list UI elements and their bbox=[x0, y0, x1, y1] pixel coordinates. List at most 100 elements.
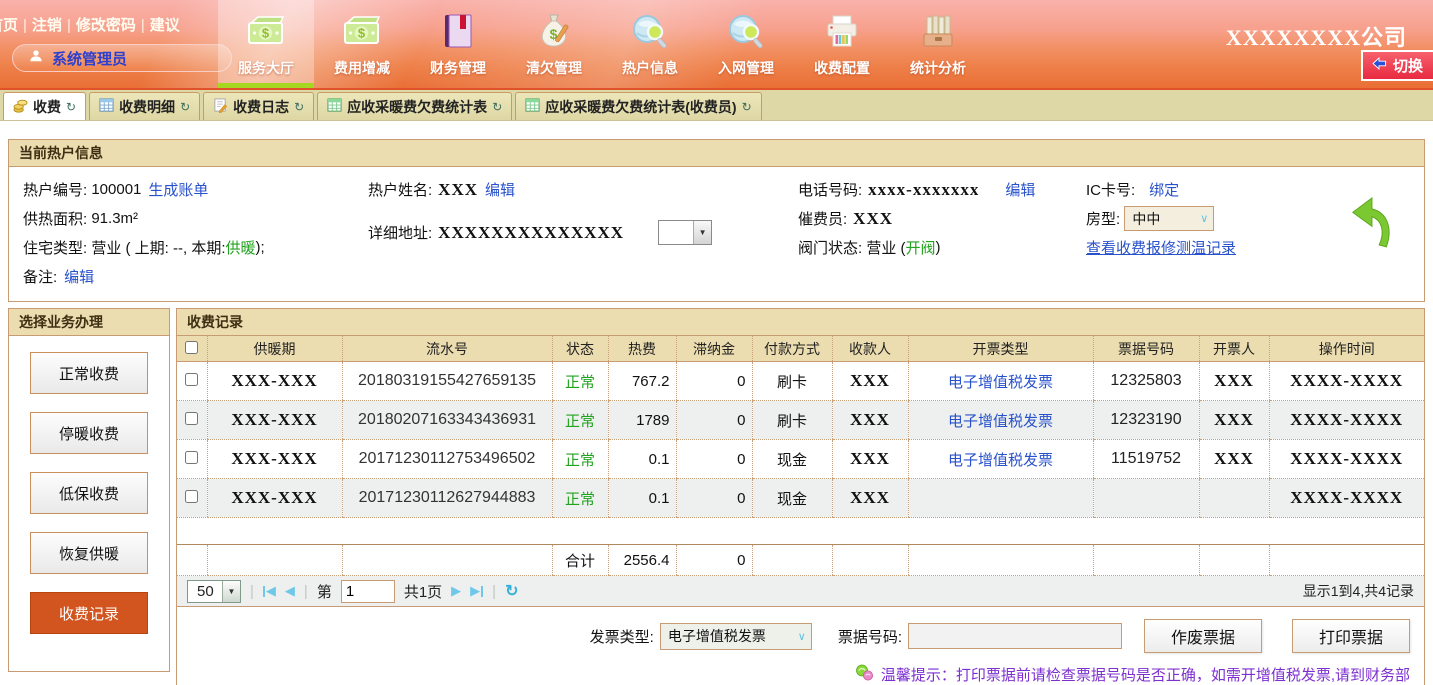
receipt-number-input[interactable] bbox=[908, 623, 1122, 649]
row-checkbox-cell bbox=[177, 440, 207, 479]
customer-panel-title: 当前热户信息 bbox=[9, 140, 1424, 167]
nav-item-finance[interactable]: 财务管理 bbox=[410, 0, 506, 88]
row-checkbox[interactable] bbox=[185, 451, 198, 464]
nav-item-fee-config[interactable]: 收费配置 bbox=[794, 0, 890, 88]
switch-arrow-icon bbox=[1372, 57, 1387, 74]
field-housing-type: 住宅类型: 营业 ( 上期: --, 本期: 供暖); bbox=[23, 233, 368, 262]
app-window: 首页|注销|修改密码|建议 系统管理员 $ 服务大厅 $ 费用增减 bbox=[0, 0, 1433, 685]
table-grid-green-icon bbox=[525, 98, 540, 116]
table-header-row: 供暖期 流水号 状态 热费 滞纳金 付款方式 收款人 开票类型 票据号码 开票人… bbox=[177, 336, 1424, 362]
tab-refresh-icon[interactable]: ↻ bbox=[66, 100, 76, 114]
page-number-input[interactable] bbox=[341, 580, 395, 603]
address-value: XXXXXXXXXXXXXX bbox=[438, 223, 624, 243]
tab-charge-detail[interactable]: 收费明细 ↻ bbox=[89, 92, 200, 120]
account-number-value: 100001 bbox=[91, 181, 141, 198]
late-fee-cell: 0 bbox=[676, 362, 752, 401]
row-checkbox[interactable] bbox=[185, 490, 198, 503]
field-room-type: 房型: 中中∨ bbox=[1086, 204, 1356, 233]
prev-page-button[interactable]: ◀ bbox=[285, 583, 295, 599]
menu-home-link[interactable]: 首页 bbox=[0, 17, 18, 34]
tab-charge-log[interactable]: 收费日志 ↻ bbox=[203, 92, 314, 120]
heat-fee-cell: 767.2 bbox=[608, 362, 676, 401]
charge-records-panel: 收费记录 供暖期 流水号 状态 热费 滞 bbox=[176, 308, 1425, 685]
nav-item-debt-clearing[interactable]: $ 清欠管理 bbox=[506, 0, 602, 88]
row-checkbox[interactable] bbox=[185, 373, 198, 386]
resume-heating-button[interactable]: 恢复供暖 bbox=[30, 532, 148, 574]
menu-change-password-link[interactable]: 修改密码 bbox=[76, 17, 136, 34]
business-panel-title: 选择业务办理 bbox=[9, 309, 169, 336]
invoice-type-cell[interactable]: 电子增值税发票 bbox=[908, 362, 1093, 401]
issuer-cell: XXX bbox=[1199, 401, 1269, 440]
generate-bill-link[interactable]: 生成账单 bbox=[148, 179, 208, 200]
void-receipt-button[interactable]: 作废票据 bbox=[1144, 619, 1262, 653]
normal-charge-button[interactable]: 正常收费 bbox=[30, 352, 148, 394]
nav-item-fee-adjust[interactable]: $ 费用增减 bbox=[314, 0, 410, 88]
tab-refresh-icon[interactable]: ↻ bbox=[492, 100, 502, 114]
invoice-type-select[interactable]: 电子增值税发票 ∨ bbox=[660, 623, 812, 650]
phone-edit-link[interactable]: 编辑 bbox=[1005, 179, 1035, 200]
notice-text: 温馨提示：打印票据前请检查票据号码是否正确，如需开增值税发票,请到财务部 bbox=[881, 664, 1410, 685]
tab-refresh-icon[interactable]: ↻ bbox=[180, 100, 190, 114]
nav-label: 热户信息 bbox=[622, 58, 678, 78]
banknote-icon: $ bbox=[247, 5, 285, 57]
menu-suggestion-link[interactable]: 建议 bbox=[150, 17, 180, 34]
header-checkbox-cell bbox=[177, 336, 207, 362]
refresh-icon[interactable]: ↻ bbox=[505, 581, 518, 601]
next-page-button[interactable]: ▶ bbox=[451, 583, 461, 599]
total-label: 合计 bbox=[552, 545, 608, 576]
tab-charge[interactable]: 收费 ↻ bbox=[3, 92, 86, 120]
app-header: 首页|注销|修改密码|建议 系统管理员 $ 服务大厅 $ 费用增减 bbox=[0, 0, 1433, 88]
table-grid-icon bbox=[99, 98, 114, 116]
main-content: 当前热户信息 热户编号: 100001 生成账单 供热面积: 91.3m² 住宅… bbox=[0, 121, 1433, 685]
ic-bind-link[interactable]: 绑定 bbox=[1149, 179, 1179, 200]
username-label: 系统管理员 bbox=[52, 48, 127, 69]
nav-label: 清欠管理 bbox=[526, 58, 582, 78]
last-page-button[interactable]: ▶ bbox=[470, 583, 483, 599]
payee-cell: XXX bbox=[832, 479, 908, 518]
stop-heating-charge-button[interactable]: 停暖收费 bbox=[30, 412, 148, 454]
receipt-number-cell: 12323190 bbox=[1093, 401, 1199, 440]
charge-records-button[interactable]: 收费记录 bbox=[30, 592, 148, 634]
first-page-button[interactable]: ◀ bbox=[263, 583, 276, 599]
spacer-row bbox=[177, 518, 1424, 545]
status-cell: 正常 bbox=[552, 440, 608, 479]
tab-refresh-icon[interactable]: ↻ bbox=[742, 100, 752, 114]
heat-fee-cell: 1789 bbox=[608, 401, 676, 440]
nav-item-statistics[interactable]: 统计分析 bbox=[890, 0, 986, 88]
invoice-type-cell[interactable]: 电子增值税发票 bbox=[908, 401, 1093, 440]
row-checkbox-cell bbox=[177, 362, 207, 401]
switch-company-button[interactable]: 切换 bbox=[1361, 50, 1433, 81]
page-size-select[interactable]: 50 ▼ bbox=[187, 580, 241, 603]
chevron-down-icon: ▼ bbox=[693, 221, 711, 244]
tab-arrears-report[interactable]: 应收采暖费欠费统计表 ↻ bbox=[317, 92, 512, 120]
nav-item-service-hall[interactable]: $ 服务大厅 bbox=[218, 0, 314, 88]
low-income-charge-button[interactable]: 低保收费 bbox=[30, 472, 148, 514]
table-row: XXX-XXX20171230112627944883正常0.10现金XXXXX… bbox=[177, 479, 1424, 518]
field-heating-area: 供热面积: 91.3m² bbox=[23, 204, 368, 233]
menu-logout-link[interactable]: 注销 bbox=[32, 17, 62, 34]
address-select[interactable]: ▼ bbox=[658, 220, 712, 245]
payment-method-cell: 刷卡 bbox=[752, 362, 832, 401]
remark-edit-link[interactable]: 编辑 bbox=[64, 266, 94, 287]
nav-label: 费用增减 bbox=[334, 58, 390, 78]
nav-item-network-access[interactable]: 入网管理 bbox=[698, 0, 794, 88]
field-address: 详细地址:XXXXXXXXXXXXXX ▼ bbox=[368, 218, 798, 247]
invoice-type-cell[interactable]: 电子增值税发票 bbox=[908, 440, 1093, 479]
chevron-down-icon: ∨ bbox=[1200, 212, 1208, 225]
serial-number-cell: 20171230112627944883 bbox=[342, 479, 552, 518]
nav-item-customer-info[interactable]: 热户信息 bbox=[602, 0, 698, 88]
log-pencil-icon bbox=[213, 98, 228, 116]
printer-icon bbox=[824, 5, 860, 57]
tab-arrears-report-by-collector[interactable]: 应收采暖费欠费统计表(收费员) ↻ bbox=[515, 92, 761, 120]
row-checkbox[interactable] bbox=[185, 412, 198, 425]
temperature-record-link[interactable]: 查看收费报修测温记录 bbox=[1086, 237, 1236, 258]
back-arrow-icon[interactable] bbox=[1348, 193, 1394, 254]
tab-refresh-icon[interactable]: ↻ bbox=[294, 100, 304, 114]
chevron-down-icon: ∨ bbox=[798, 630, 806, 643]
name-edit-link[interactable]: 编辑 bbox=[485, 179, 515, 200]
print-receipt-button[interactable]: 打印票据 bbox=[1292, 619, 1410, 653]
total-row: 合计 2556.4 0 bbox=[177, 545, 1424, 576]
total-late-fee: 0 bbox=[676, 545, 752, 576]
select-all-checkbox[interactable] bbox=[185, 341, 198, 354]
room-type-select[interactable]: 中中∨ bbox=[1124, 206, 1214, 231]
